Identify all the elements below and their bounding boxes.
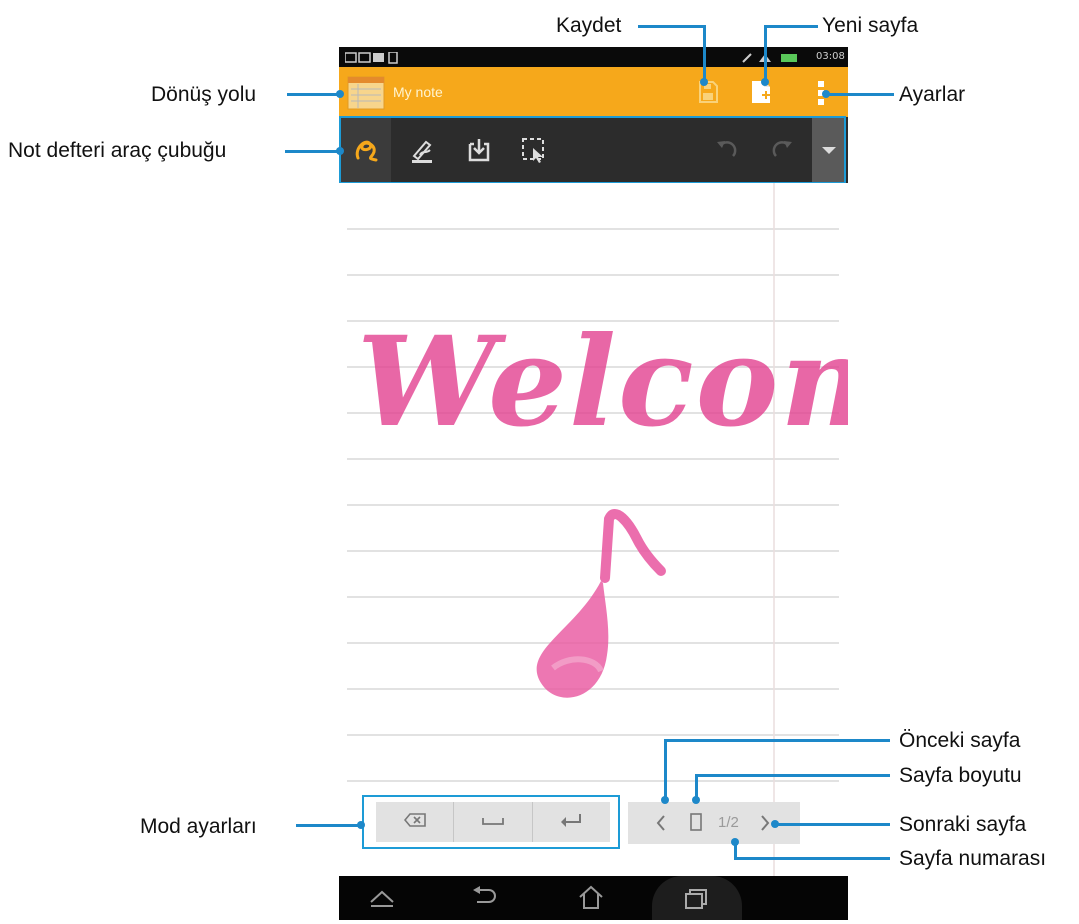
undo-button[interactable]	[702, 117, 752, 183]
backspace-icon	[403, 812, 426, 832]
mode-settings-bar	[362, 795, 620, 849]
callout-save-label: Kaydet	[556, 14, 622, 37]
home-icon[interactable]	[577, 884, 605, 915]
insert-icon	[465, 136, 493, 164]
callout-mode-settings-label: Mod ayarları	[140, 815, 257, 838]
expand-toolbar-button[interactable]	[812, 117, 846, 183]
enter-key[interactable]	[533, 802, 610, 842]
redo-button[interactable]	[757, 117, 807, 183]
callout-save-line	[638, 25, 706, 28]
callout-new-page-dot	[761, 78, 769, 86]
callout-settings-label: Ayarlar	[899, 83, 966, 106]
insert-button[interactable]	[454, 117, 504, 183]
recent-apps-button[interactable]	[652, 876, 742, 920]
callout-previous-page-line	[664, 739, 890, 742]
status-time: 03:08	[816, 51, 845, 62]
app-bar: My note	[339, 67, 848, 117]
callout-return-path-label: Dönüş yolu	[151, 83, 257, 106]
callout-new-page-label: Yeni sayfa	[822, 14, 919, 37]
handwriting-mode-button[interactable]	[341, 117, 391, 183]
space-icon	[482, 813, 504, 831]
expand-chevron-icon	[822, 145, 836, 155]
recent-apps-icon	[684, 888, 708, 915]
space-key[interactable]	[454, 802, 533, 842]
callout-notebook-toolbar-line	[285, 150, 339, 153]
handwriting-mode-icon	[352, 136, 380, 164]
callout-settings-line	[826, 93, 894, 96]
callout-next-page-label: Sonraki sayfa	[899, 813, 1027, 836]
redo-icon	[768, 136, 796, 164]
backspace-key[interactable]	[376, 802, 455, 842]
pen-settings-button[interactable]	[397, 117, 447, 183]
navigation-bar	[339, 876, 848, 920]
callout-save-dot	[700, 78, 708, 86]
callout-mode-settings-line	[296, 824, 360, 827]
callout-mode-settings-dot	[357, 821, 365, 829]
callout-previous-page-label: Önceki sayfa	[899, 729, 1021, 752]
pen-settings-icon	[408, 136, 436, 164]
hide-keyboard-icon[interactable]	[369, 888, 395, 913]
callout-page-size-dot	[692, 796, 700, 804]
callout-return-path-dot	[336, 90, 344, 98]
handwritten-note-drawing	[536, 509, 666, 698]
callout-page-number-line	[734, 857, 890, 860]
callout-new-page-line	[764, 25, 818, 28]
selection-icon	[520, 136, 548, 164]
callout-page-size-line	[695, 774, 890, 777]
callout-return-path-line	[287, 93, 339, 96]
callout-notebook-toolbar-dot	[336, 147, 344, 155]
callout-save-line-vertical	[703, 25, 706, 81]
notebook-icon[interactable]	[347, 76, 385, 115]
callout-page-size-label: Sayfa boyutu	[899, 764, 1022, 787]
next-page-button[interactable]	[760, 814, 770, 837]
callout-previous-page-line-vertical	[664, 739, 667, 801]
handwritten-text: Welcome	[357, 310, 848, 455]
callout-next-page-line	[775, 823, 890, 826]
selection-button[interactable]	[509, 117, 559, 183]
callout-previous-page-dot	[661, 796, 669, 804]
undo-icon	[713, 136, 741, 164]
callout-notebook-toolbar-label: Not defteri araç çubuğu	[8, 139, 227, 162]
previous-page-button[interactable]	[656, 814, 666, 837]
note-canvas[interactable]: Welcome	[339, 183, 848, 876]
enter-icon	[560, 813, 582, 832]
back-icon[interactable]	[471, 886, 497, 915]
callout-page-number-label: Sayfa numarası	[899, 847, 1047, 870]
callout-new-page-line-vertical	[764, 25, 767, 81]
page-number: 1/2	[718, 814, 739, 831]
notebook-toolbar	[339, 117, 848, 183]
note-title: My note	[393, 84, 443, 100]
status-bar: 03:08	[339, 47, 848, 67]
page-size-button[interactable]	[690, 813, 702, 836]
